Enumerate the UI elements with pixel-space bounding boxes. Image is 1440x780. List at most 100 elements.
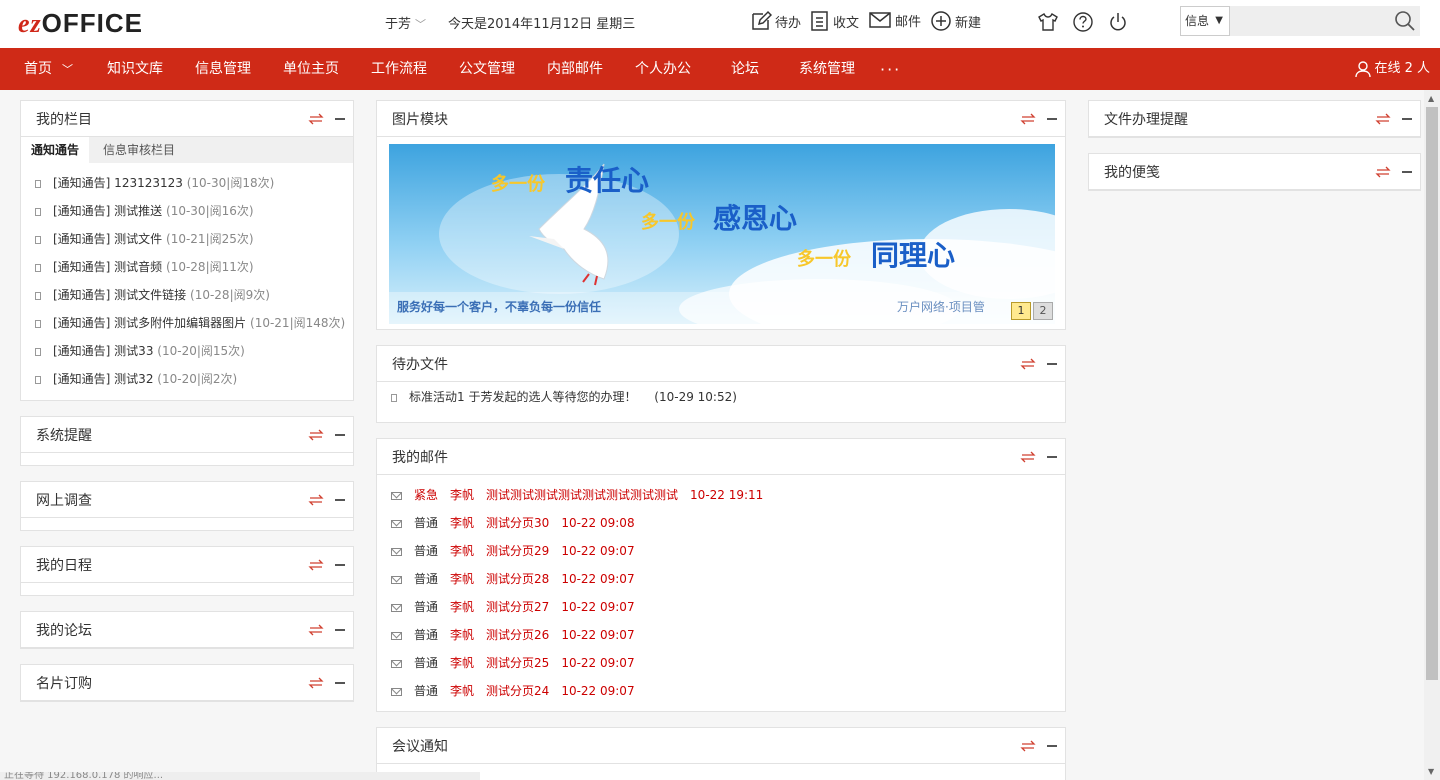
receive-doc-button[interactable]: 收文 xyxy=(810,10,859,32)
power-icon[interactable] xyxy=(1107,11,1129,33)
svg-text:多一份: 多一份 xyxy=(641,211,696,233)
minimize-icon[interactable] xyxy=(335,118,345,120)
banner-graphic: 多一份 责任心 多一份 感恩心 多一份 同理心 服务好每一个客户，不辜负每一份信… xyxy=(389,144,1055,324)
refresh-icon[interactable] xyxy=(1374,165,1392,179)
list-item[interactable]: [通知通告] 123123123 (10-30|阅18次) xyxy=(21,169,353,197)
envelope-icon xyxy=(391,659,402,668)
minimize-icon[interactable] xyxy=(1047,363,1057,365)
mail-button[interactable]: 邮件 xyxy=(868,10,921,30)
nav-system[interactable]: 系统管理 xyxy=(799,48,855,90)
panel-pending-docs: 待办文件 标准活动1 于芳发起的选人等待您的办理！ (10-29 10:52) xyxy=(376,345,1066,423)
document-icon xyxy=(391,393,397,402)
page-button[interactable]: 1 xyxy=(1011,302,1031,320)
scroll-down-icon[interactable]: ▼ xyxy=(1428,767,1434,776)
tab-info-review[interactable]: 信息审核栏目 xyxy=(93,137,185,163)
minimize-icon[interactable] xyxy=(1047,745,1057,747)
tab-notice[interactable]: 通知通告 xyxy=(21,137,90,163)
mail-row[interactable]: 普通 李帆 测试分页29 10-22 09:07 xyxy=(377,537,1065,565)
panel-my-columns: 我的栏目 通知通告 信息审核栏目 [通知通告] 123123123 (10-30… xyxy=(20,100,354,401)
envelope-icon xyxy=(391,631,402,640)
refresh-icon[interactable] xyxy=(307,428,325,442)
minimize-icon[interactable] xyxy=(335,434,345,436)
refresh-icon[interactable] xyxy=(1019,112,1037,126)
list-item[interactable]: [通知通告] 测试多附件加编辑器图片 (10-21|阅148次) xyxy=(21,309,353,337)
panel-my-forum: 我的论坛 xyxy=(20,611,354,649)
mail-row[interactable]: 普通 李帆 测试分页26 10-22 09:07 xyxy=(377,621,1065,649)
minimize-icon[interactable] xyxy=(335,564,345,566)
scroll-up-icon[interactable]: ▲ xyxy=(1428,94,1434,103)
list-item[interactable]: [通知通告] 测试文件链接 (10-28|阅9次) xyxy=(21,281,353,309)
nav-knowledge[interactable]: 知识文库 xyxy=(107,48,163,90)
today-date: 今天是2014年11月12日 星期三 xyxy=(448,17,636,32)
new-button[interactable]: 新建 xyxy=(930,10,981,32)
envelope-icon xyxy=(391,687,402,696)
mail-row[interactable]: 普通 李帆 测试分页27 10-22 09:07 xyxy=(377,593,1065,621)
minimize-icon[interactable] xyxy=(1402,171,1412,173)
minimize-icon[interactable] xyxy=(1047,118,1057,120)
mail-row[interactable]: 普通 李帆 测试分页28 10-22 09:07 xyxy=(377,565,1065,593)
scrollbar[interactable]: ▲ ▼ xyxy=(1424,90,1440,780)
panel-system-reminder: 系统提醒 xyxy=(20,416,354,466)
refresh-icon[interactable] xyxy=(307,676,325,690)
list-item[interactable]: [通知通告] 测试音频 (10-28|阅11次) xyxy=(21,253,353,281)
envelope-icon xyxy=(391,519,402,528)
refresh-icon[interactable] xyxy=(1374,112,1392,126)
dropdown-arrow-icon: ▼ xyxy=(1215,15,1223,26)
panel-title: 名片订购 xyxy=(36,676,92,692)
nav-info-manage[interactable]: 信息管理 xyxy=(195,48,251,90)
mail-row[interactable]: 紧急 李帆 测试测试测试测试测试测试测试测试 10-22 19:11 xyxy=(377,481,1065,509)
mail-row[interactable]: 普通 李帆 测试分页24 10-22 09:07 xyxy=(377,677,1065,705)
help-icon[interactable] xyxy=(1072,11,1094,33)
list-item[interactable]: [通知通告] 测试32 (10-20|阅2次) xyxy=(21,365,353,393)
scrollbar-thumb[interactable] xyxy=(1426,107,1438,680)
page-button[interactable]: 2 xyxy=(1033,302,1053,320)
refresh-icon[interactable] xyxy=(307,623,325,637)
list-item[interactable]: [通知通告] 测试33 (10-20|阅15次) xyxy=(21,337,353,365)
nav-forum[interactable]: 论坛 xyxy=(731,48,759,90)
user-icon xyxy=(1355,61,1372,78)
mail-list: 紧急 李帆 测试测试测试测试测试测试测试测试 10-22 19:11 普通 李帆 测试分页… xyxy=(377,475,1065,705)
status-bar: 正在等待 192.168.0.178 的响应... xyxy=(0,772,480,780)
minimize-icon[interactable] xyxy=(1402,118,1412,120)
nav-personal-office[interactable]: 个人办公 xyxy=(635,48,691,90)
panel-online-survey: 网上调查 xyxy=(20,481,354,531)
search-category-select[interactable]: 信息 ▼ xyxy=(1180,6,1230,36)
todo-button[interactable]: 待办 xyxy=(750,10,801,32)
edit-icon xyxy=(752,10,772,30)
minimize-icon[interactable] xyxy=(335,499,345,501)
refresh-icon[interactable] xyxy=(1019,357,1037,371)
nav-internal-mail[interactable]: 内部邮件 xyxy=(547,48,603,90)
nav-more-icon[interactable]: ··· xyxy=(880,60,901,79)
list-item[interactable]: [通知通告] 测试推送 (10-30|阅16次) xyxy=(21,197,353,225)
search-icon[interactable] xyxy=(1394,10,1416,32)
notice-list: [通知通告] 123123123 (10-30|阅18次) [通知通告] 测试推… xyxy=(21,163,353,393)
nav-official-docs[interactable]: 公文管理 xyxy=(459,48,515,90)
refresh-icon[interactable] xyxy=(307,558,325,572)
minimize-icon[interactable] xyxy=(1047,456,1057,458)
minimize-icon[interactable] xyxy=(335,682,345,684)
top-bar: ezOFFICE 于芳 ﹀ 今天是2014年11月12日 星期三 待办 收文 邮件… xyxy=(0,0,1440,48)
mail-row[interactable]: 普通 李帆 测试分页30 10-22 09:08 xyxy=(377,509,1065,537)
nav-workflow[interactable]: 工作流程 xyxy=(371,48,427,90)
refresh-icon[interactable] xyxy=(1019,450,1037,464)
panel-title: 我的日程 xyxy=(36,558,92,574)
minimize-icon[interactable] xyxy=(335,629,345,631)
nav-home[interactable]: 首页 ﹀ xyxy=(24,48,73,90)
refresh-icon[interactable] xyxy=(1019,739,1037,753)
list-item[interactable]: [通知通告] 测试文件 (10-21|阅25次) xyxy=(21,225,353,253)
refresh-icon[interactable] xyxy=(307,112,325,126)
online-users[interactable]: 在线 2 人 xyxy=(1354,48,1430,90)
svg-text:万户网络·项目管: 万户网络·项目管 xyxy=(897,299,985,314)
shirt-icon[interactable] xyxy=(1037,11,1059,33)
panel-title: 会议通知 xyxy=(392,739,448,755)
search-input[interactable] xyxy=(1230,6,1420,36)
mail-row[interactable]: 普通 李帆 测试分页25 10-22 09:07 xyxy=(377,649,1065,677)
panel-my-mail: 我的邮件 紧急 李帆 测试测试测试测试测试测试测试测试 10-22 19:11 普通李… xyxy=(376,438,1066,712)
document-icon xyxy=(35,319,41,328)
mail-icon xyxy=(869,12,891,28)
nav-unit-home[interactable]: 单位主页 xyxy=(283,48,339,90)
list-item[interactable]: 标准活动1 于芳发起的选人等待您的办理！ (10-29 10:52) xyxy=(377,382,1065,412)
refresh-icon[interactable] xyxy=(307,493,325,507)
banner-image[interactable]: 多一份 责任心 多一份 感恩心 多一份 同理心 服务好每一个客户，不辜负每一份信… xyxy=(389,144,1055,324)
user-menu[interactable]: 于芳 ﹀ xyxy=(385,13,426,32)
